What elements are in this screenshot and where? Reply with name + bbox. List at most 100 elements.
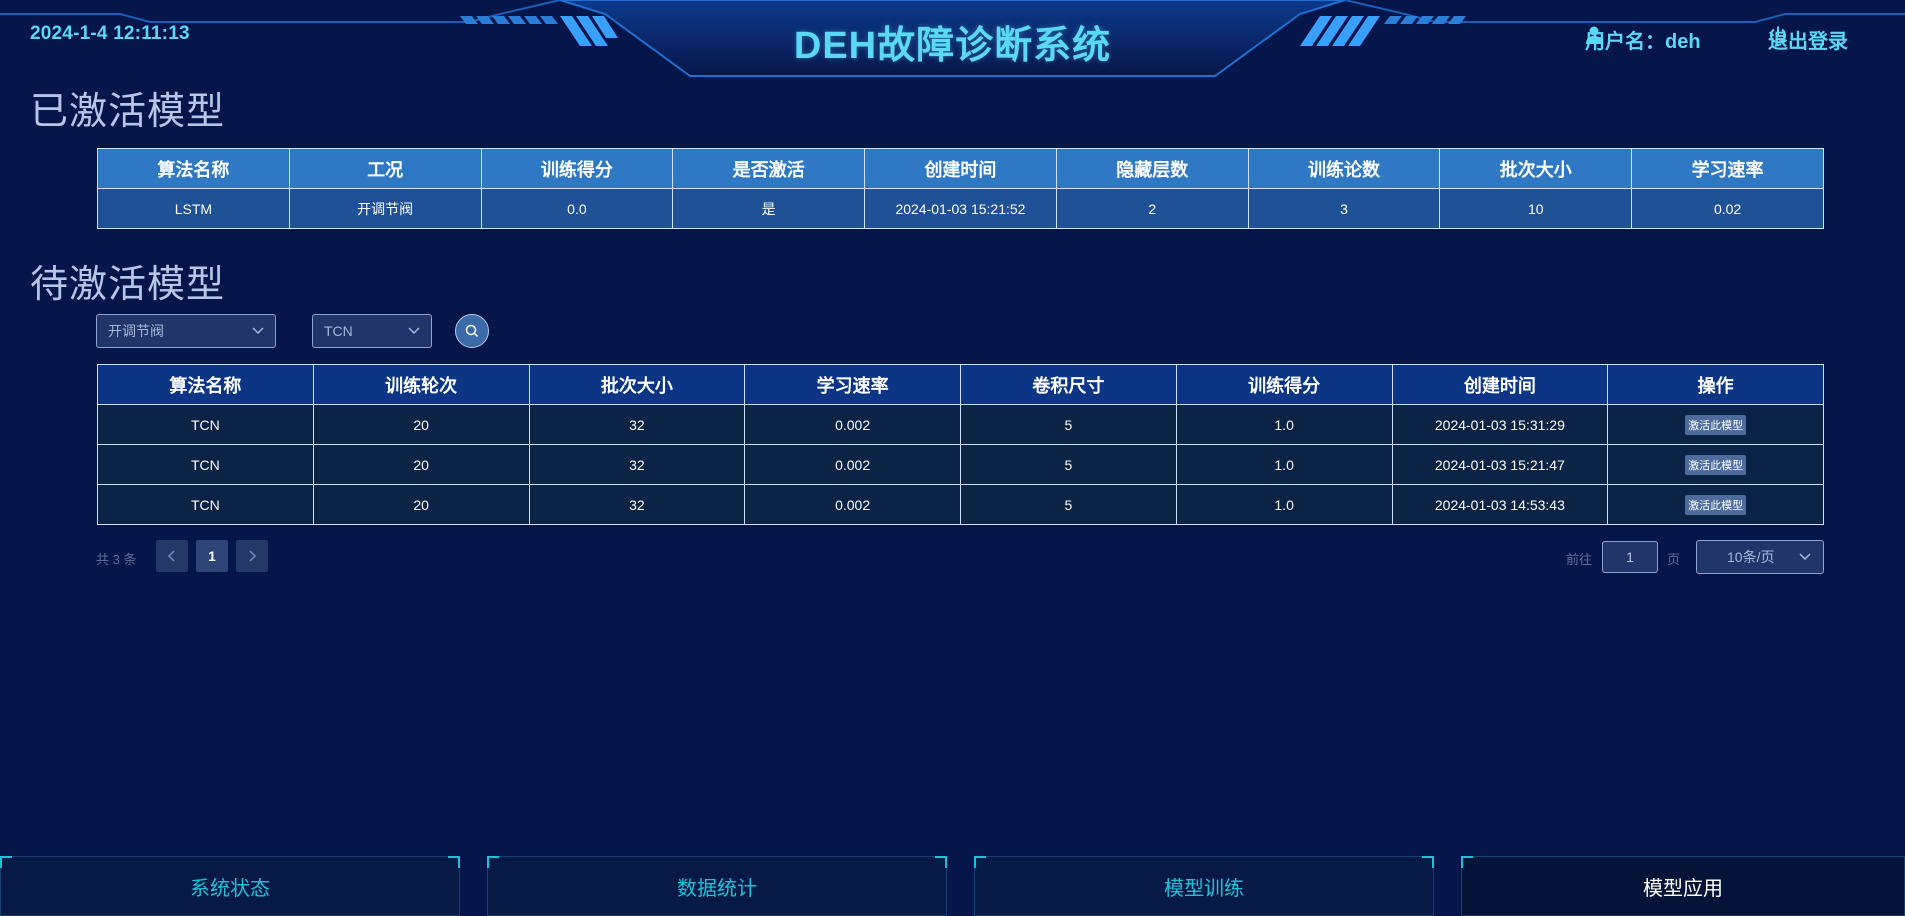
column-header: 训练得分 bbox=[480, 148, 674, 189]
active-models-title: 已激活模型 bbox=[30, 91, 226, 133]
tab-label: 模型应用 bbox=[1643, 877, 1723, 900]
table-cell: 32 bbox=[528, 404, 746, 445]
table-row: TCN 20 32 0.002 5 1.0 2024-01-03 15:21:4… bbox=[97, 444, 1824, 485]
chevron-down-icon bbox=[1799, 553, 1811, 561]
table-cell: 是 bbox=[672, 188, 866, 229]
table-cell: TCN bbox=[97, 404, 314, 445]
table-cell: 10 bbox=[1439, 188, 1633, 229]
next-page-button[interactable] bbox=[236, 540, 268, 572]
app-header: 2024-1-4 12:11:13 DEH故障诊断系统 用户名：deh 退出登录 bbox=[0, 0, 1905, 80]
table-cell: 开调节阀 bbox=[288, 188, 482, 229]
column-header: 创建时间 bbox=[1391, 364, 1609, 405]
table-row: LSTM 开调节阀 0.0 是 2024-01-03 15:21:52 2 3 … bbox=[97, 188, 1824, 229]
activate-model-button[interactable]: 激活此模型 bbox=[1685, 414, 1747, 435]
table-cell: LSTM bbox=[97, 188, 290, 229]
table-cell: 0.002 bbox=[744, 444, 961, 485]
table-cell: 0.02 bbox=[1631, 188, 1824, 229]
table-cell: 5 bbox=[960, 444, 1177, 485]
search-button[interactable] bbox=[455, 314, 489, 348]
table-cell: 2024-01-03 15:31:29 bbox=[1391, 404, 1609, 445]
condition-select[interactable]: 开调节阀 bbox=[96, 314, 276, 348]
condition-select-value: 开调节阀 bbox=[108, 323, 164, 339]
table-cell: 2024-01-03 15:21:47 bbox=[1391, 444, 1609, 485]
table-cell: 1.0 bbox=[1175, 444, 1393, 485]
column-header: 卷积尺寸 bbox=[960, 364, 1177, 405]
column-header: 批次大小 bbox=[1439, 148, 1633, 189]
corner-decoration bbox=[448, 856, 460, 868]
action-cell: 激活此模型 bbox=[1607, 404, 1824, 445]
table-cell: TCN bbox=[97, 444, 314, 485]
logout-button[interactable]: 退出登录 bbox=[1768, 25, 1848, 54]
column-header: 隐藏层数 bbox=[1055, 148, 1249, 189]
user-icon bbox=[1586, 26, 1602, 44]
column-header: 操作 bbox=[1607, 364, 1824, 405]
goto-label: 前往 bbox=[1566, 552, 1593, 567]
pending-models-title: 待激活模型 bbox=[30, 264, 226, 306]
column-header: 学习速率 bbox=[1631, 148, 1824, 189]
tab-label: 模型训练 bbox=[1164, 877, 1244, 900]
table-cell: 0.0 bbox=[480, 188, 674, 229]
table-cell: 2024-01-03 14:53:43 bbox=[1391, 484, 1609, 525]
chevron-right-icon bbox=[249, 550, 256, 562]
column-header: 训练论数 bbox=[1247, 148, 1441, 189]
column-header: 训练轮次 bbox=[312, 364, 530, 405]
table-cell: 20 bbox=[312, 404, 530, 445]
table-cell: 0.002 bbox=[744, 484, 961, 525]
table-header-row: 算法名称 训练轮次 批次大小 学习速率 卷积尺寸 训练得分 创建时间 操作 bbox=[97, 364, 1824, 405]
power-icon bbox=[1770, 26, 1786, 44]
page-size-select[interactable]: 10条/页 bbox=[1696, 540, 1824, 574]
tab-label: 系统状态 bbox=[190, 877, 270, 900]
table-cell: 2024-01-03 15:21:52 bbox=[864, 188, 1057, 229]
column-header: 是否激活 bbox=[672, 148, 866, 189]
activate-model-button[interactable]: 激活此模型 bbox=[1685, 494, 1747, 515]
table-cell: 32 bbox=[528, 444, 746, 485]
chevron-left-icon bbox=[168, 550, 175, 562]
search-icon bbox=[465, 324, 479, 338]
table-cell: TCN bbox=[97, 484, 314, 525]
user-info: 用户名：deh bbox=[1585, 25, 1701, 54]
table-cell: 1.0 bbox=[1175, 404, 1393, 445]
pending-models-table: 算法名称 训练轮次 批次大小 学习速率 卷积尺寸 训练得分 创建时间 操作 TC… bbox=[97, 364, 1824, 525]
corner-decoration bbox=[1461, 856, 1473, 868]
corner-decoration bbox=[974, 856, 986, 868]
corner-decoration bbox=[487, 856, 499, 868]
table-cell: 5 bbox=[960, 484, 1177, 525]
table-cell: 32 bbox=[528, 484, 746, 525]
tab-label: 数据统计 bbox=[677, 877, 757, 900]
total-count: 共 3 条 bbox=[96, 552, 137, 567]
column-header: 批次大小 bbox=[528, 364, 746, 405]
chevron-down-icon bbox=[408, 327, 420, 335]
column-header: 算法名称 bbox=[97, 364, 314, 405]
table-cell: 3 bbox=[1247, 188, 1441, 229]
table-cell: 0.002 bbox=[744, 404, 961, 445]
table-row: TCN 20 32 0.002 5 1.0 2024-01-03 14:53:4… bbox=[97, 484, 1824, 525]
chevron-down-icon bbox=[252, 327, 264, 335]
table-cell: 2 bbox=[1055, 188, 1249, 229]
activate-model-button[interactable]: 激活此模型 bbox=[1685, 454, 1747, 475]
page-number-button[interactable]: 1 bbox=[196, 540, 228, 572]
page-unit-label: 页 bbox=[1667, 552, 1681, 567]
table-cell: 20 bbox=[312, 444, 530, 485]
table-cell: 1.0 bbox=[1175, 484, 1393, 525]
column-header: 训练得分 bbox=[1175, 364, 1393, 405]
column-header: 学习速率 bbox=[744, 364, 961, 405]
algorithm-select[interactable]: TCN bbox=[312, 314, 432, 348]
table-header-row: 算法名称 工况 训练得分 是否激活 创建时间 隐藏层数 训练论数 批次大小 学习… bbox=[97, 148, 1824, 189]
corner-decoration bbox=[1422, 856, 1434, 868]
corner-decoration bbox=[0, 856, 12, 868]
action-cell: 激活此模型 bbox=[1607, 484, 1824, 525]
action-cell: 激活此模型 bbox=[1607, 444, 1824, 485]
goto-page-input[interactable]: 1 bbox=[1602, 541, 1658, 573]
page-size-value: 10条/页 bbox=[1727, 549, 1775, 565]
active-models-table: 算法名称 工况 训练得分 是否激活 创建时间 隐藏层数 训练论数 批次大小 学习… bbox=[97, 148, 1824, 229]
tab-data-statistics[interactable]: 数据统计 bbox=[487, 856, 947, 916]
bottom-nav: 系统状态 数据统计 模型训练 模型应用 bbox=[0, 856, 1905, 916]
tab-system-status[interactable]: 系统状态 bbox=[0, 856, 460, 916]
prev-page-button[interactable] bbox=[156, 540, 188, 572]
table-cell: 20 bbox=[312, 484, 530, 525]
tab-model-training[interactable]: 模型训练 bbox=[974, 856, 1434, 916]
table-cell: 5 bbox=[960, 404, 1177, 445]
table-row: TCN 20 32 0.002 5 1.0 2024-01-03 15:31:2… bbox=[97, 404, 1824, 445]
column-header: 创建时间 bbox=[864, 148, 1057, 189]
tab-model-application[interactable]: 模型应用 bbox=[1461, 856, 1905, 916]
